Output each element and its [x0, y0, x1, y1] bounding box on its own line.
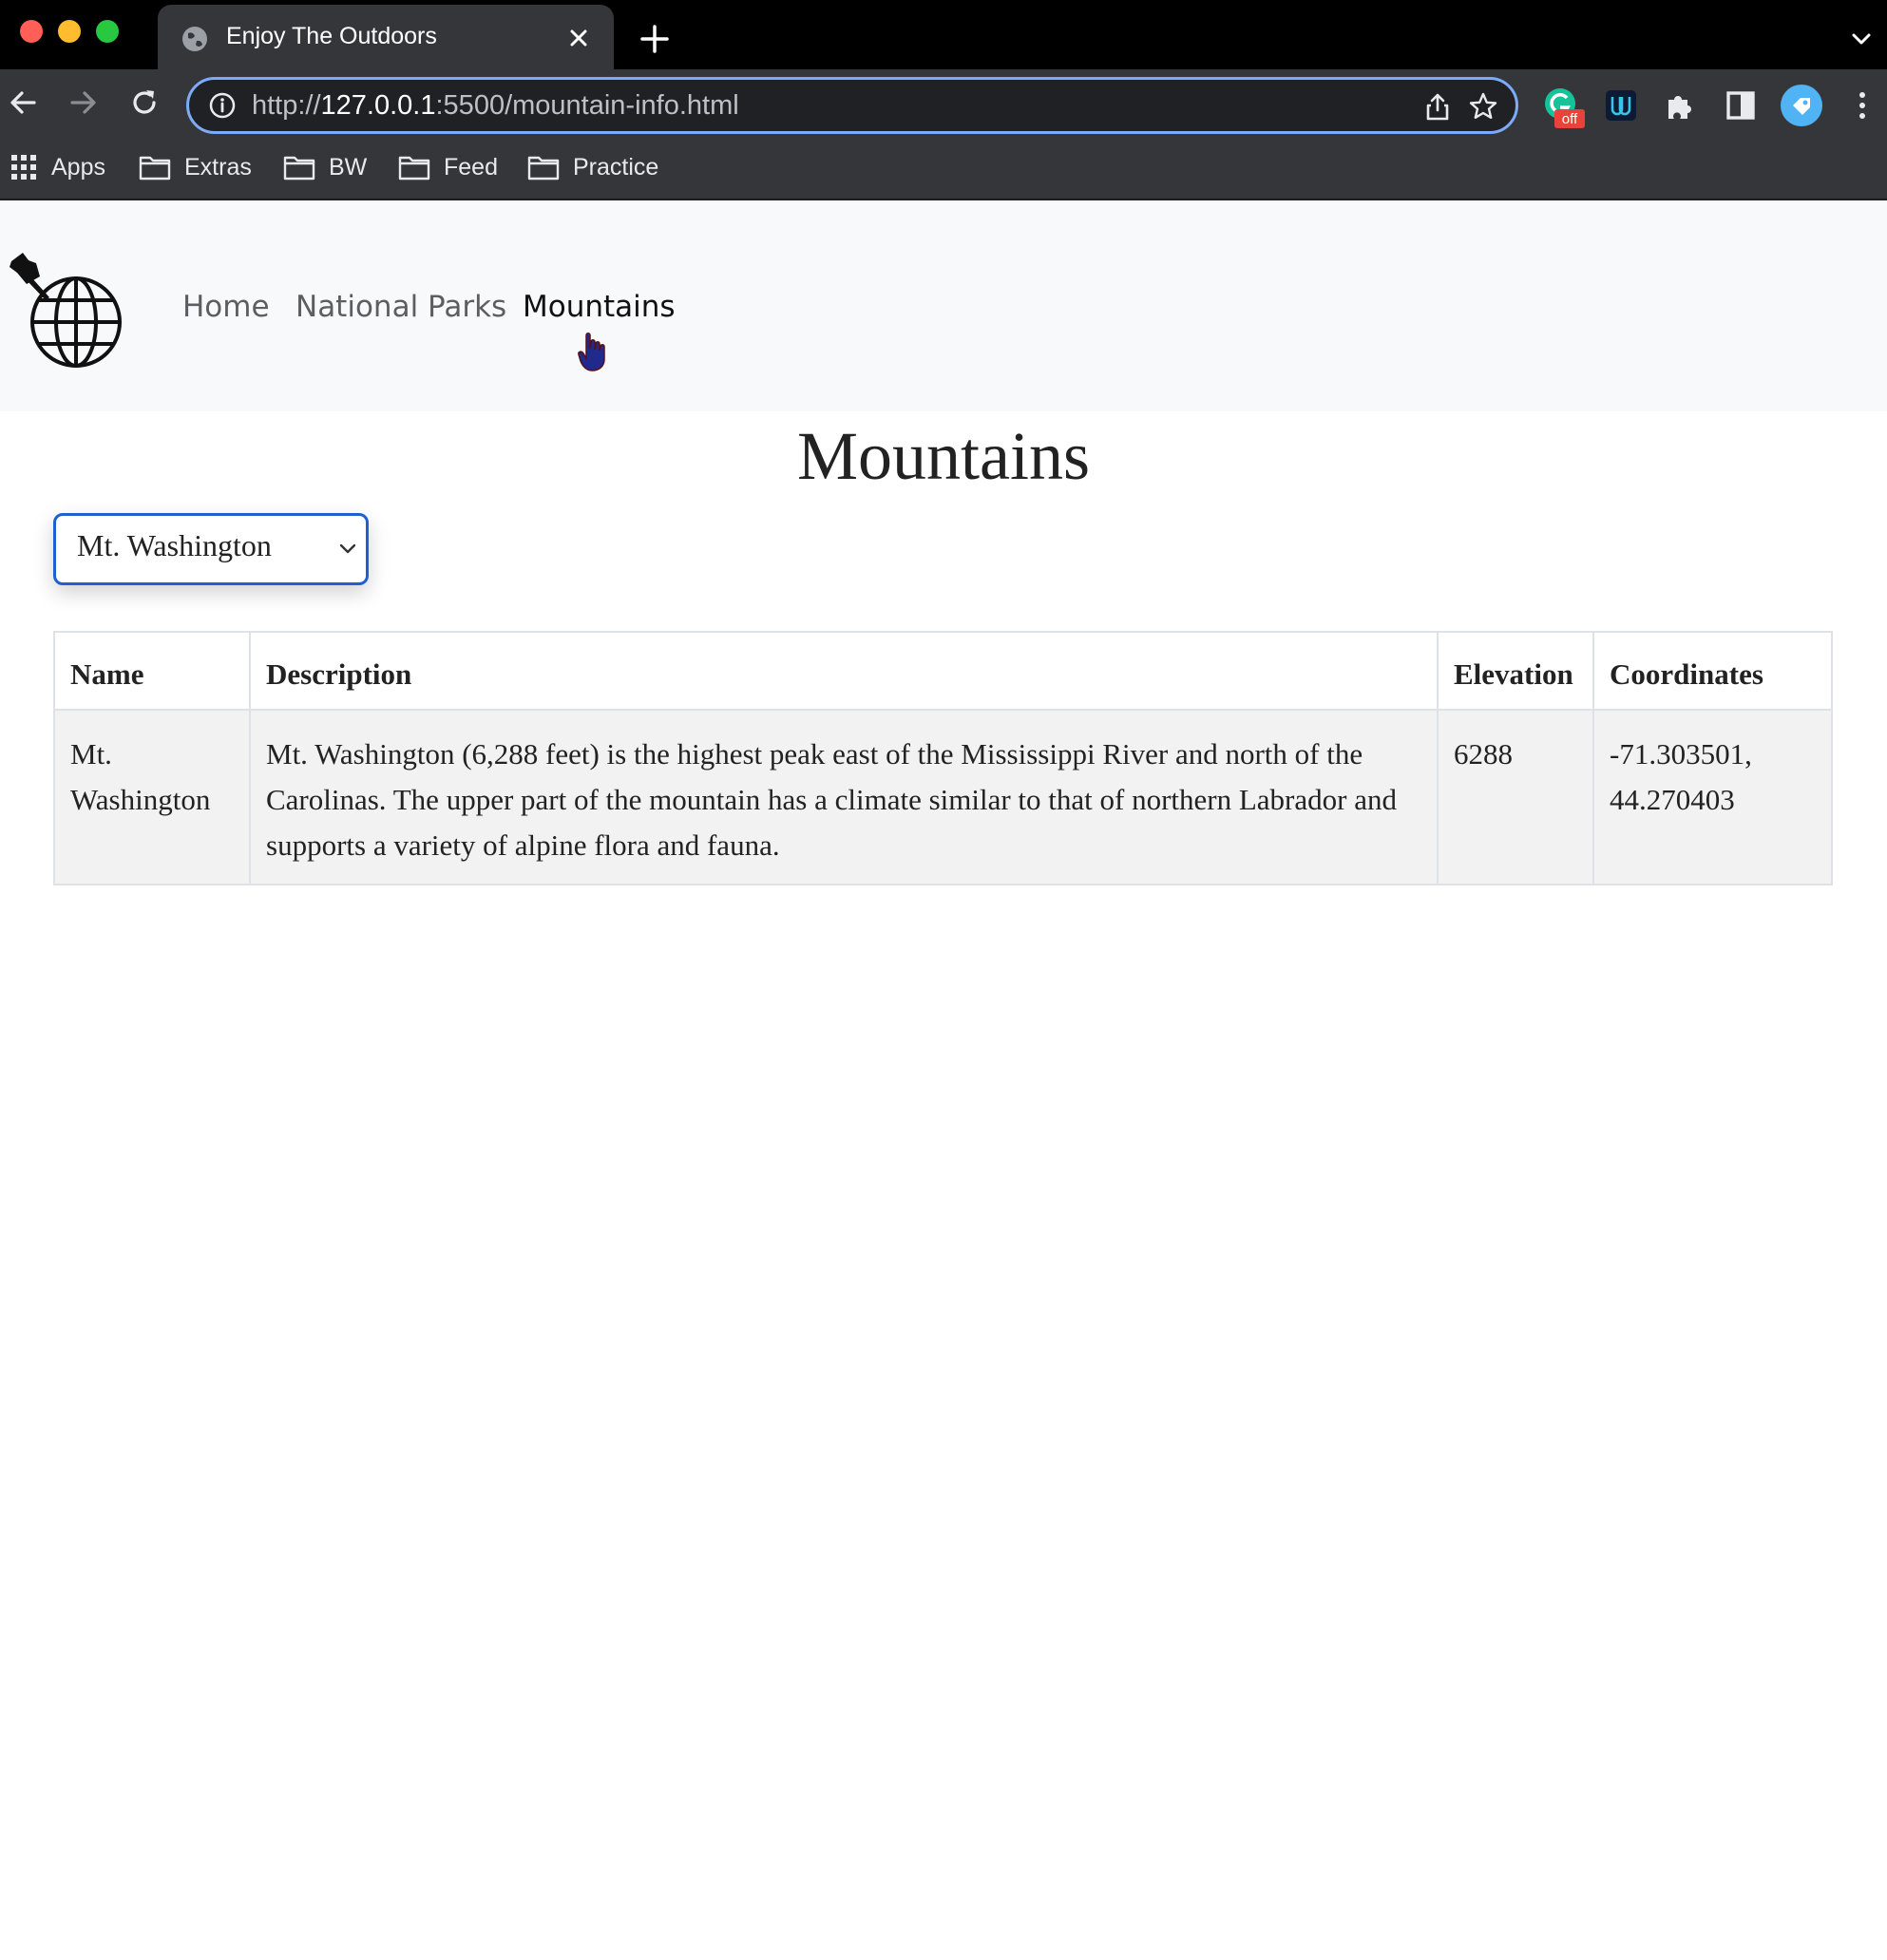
- folder-icon: [283, 156, 315, 181]
- bookmark-label: Extras: [184, 153, 252, 181]
- browser-tab-bar: Enjoy The Outdoors: [0, 0, 1887, 69]
- globe-icon: [182, 27, 207, 51]
- bookmark-label: Feed: [444, 153, 498, 181]
- bookmarks-bar: Apps Extras BW Feed Practice: [0, 143, 1887, 191]
- bookmark-apps[interactable]: Apps: [10, 143, 105, 191]
- tab-title: Enjoy The Outdoors: [226, 23, 437, 49]
- side-panel-icon[interactable]: [1722, 86, 1760, 124]
- grammarly-extension-icon[interactable]: off: [1541, 85, 1585, 128]
- bookmark-label: BW: [329, 153, 368, 181]
- nav-link-national-parks[interactable]: National Parks: [295, 290, 506, 324]
- close-window-button[interactable]: [20, 20, 43, 43]
- bookmark-folder-practice[interactable]: Practice: [527, 143, 658, 191]
- forward-arrow-icon[interactable]: [67, 86, 101, 120]
- extensions-puzzle-icon[interactable]: [1661, 86, 1699, 124]
- folder-icon: [398, 156, 430, 181]
- bookmark-label: Apps: [51, 153, 105, 181]
- mountain-select-value: Mt. Washington: [77, 528, 272, 562]
- cell-coordinates: -71.303501, 44.270403: [1592, 709, 1833, 885]
- back-arrow-icon[interactable]: [6, 86, 40, 120]
- reload-icon[interactable]: [127, 86, 162, 120]
- table-row: Mt. Washington Mt. Washington (6,288 fee…: [53, 709, 1833, 885]
- bookmark-folder-extras[interactable]: Extras: [139, 143, 252, 191]
- browser-menu-icon[interactable]: [1845, 86, 1879, 124]
- minimize-window-button[interactable]: [58, 20, 81, 43]
- new-tab-icon[interactable]: [639, 23, 671, 55]
- close-tab-icon[interactable]: [566, 26, 591, 50]
- folder-icon: [527, 156, 560, 181]
- url-scheme: http://: [252, 90, 321, 121]
- cell-description: Mt. Washington (6,288 feet) is the highe…: [249, 709, 1439, 885]
- url-host: 127.0.0.1: [320, 90, 436, 121]
- folder-icon: [139, 156, 171, 181]
- table-header-row: Name Description Elevation Coordinates: [53, 631, 1833, 711]
- chevron-down-icon: [339, 543, 356, 554]
- apps-grid-icon: [11, 155, 36, 180]
- globe-pin-logo-icon[interactable]: [8, 250, 127, 373]
- tab-search-chevron-icon[interactable]: [1849, 27, 1874, 51]
- hand-pointer-cursor-icon: [578, 333, 605, 371]
- bookmark-label: Practice: [573, 153, 659, 181]
- nav-link-home[interactable]: Home: [182, 290, 270, 324]
- column-header-coordinates: Coordinates: [1592, 631, 1833, 711]
- mountain-info-table: Name Description Elevation Coordinates M…: [53, 631, 1833, 885]
- nav-link-mountains[interactable]: Mountains: [523, 290, 676, 324]
- url-text: http://127.0.0.1:5500/mountain-info.html: [252, 90, 739, 122]
- profile-avatar[interactable]: [1780, 84, 1823, 127]
- column-header-elevation: Elevation: [1437, 631, 1594, 711]
- browser-tab[interactable]: Enjoy The Outdoors: [158, 5, 614, 69]
- cell-name: Mt. Washington: [53, 709, 251, 885]
- url-path: :5500/mountain-info.html: [435, 90, 739, 121]
- uw-extension-icon[interactable]: [1602, 86, 1640, 124]
- share-icon[interactable]: [1422, 91, 1453, 122]
- page-title: Mountains: [796, 418, 1090, 494]
- site-info-icon[interactable]: [208, 91, 237, 120]
- column-header-name: Name: [53, 631, 251, 711]
- bookmark-folder-feed[interactable]: Feed: [398, 143, 498, 191]
- bookmark-star-icon[interactable]: [1468, 91, 1498, 122]
- mountain-select[interactable]: Mt. Washington: [53, 513, 369, 585]
- bookmark-folder-bw[interactable]: BW: [283, 143, 367, 191]
- cell-elevation: 6288: [1437, 709, 1594, 885]
- browser-toolbar: http://127.0.0.1:5500/mountain-info.html…: [0, 69, 1887, 208]
- extension-badge: off: [1562, 111, 1578, 127]
- site-header: Home National Parks Mountains: [0, 200, 1887, 411]
- maximize-window-button[interactable]: [96, 20, 119, 43]
- column-header-description: Description: [249, 631, 1439, 711]
- address-bar[interactable]: http://127.0.0.1:5500/mountain-info.html: [186, 77, 1518, 134]
